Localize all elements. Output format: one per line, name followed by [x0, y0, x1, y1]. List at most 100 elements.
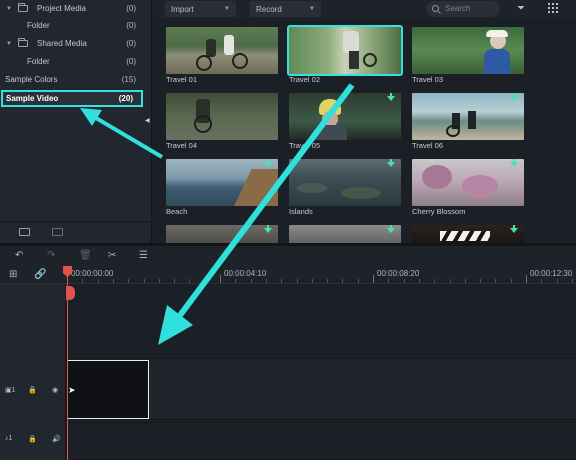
- ruler-tick: [357, 279, 359, 283]
- ruler-tick: [480, 279, 482, 283]
- media-thumbnail[interactable]: [166, 225, 278, 243]
- download-icon[interactable]: [264, 159, 272, 167]
- media-thumbnail[interactable]: [289, 159, 401, 206]
- download-icon[interactable]: [510, 225, 518, 233]
- playhead-marker[interactable]: [66, 286, 75, 300]
- timeline-ruler[interactable]: ⊞ 🔗 00:00:00:00 00:00:04:10 00:00:08:20 …: [0, 266, 576, 284]
- filter-icon[interactable]: ⏷: [517, 3, 525, 14]
- media-thumbnail[interactable]: [289, 225, 401, 243]
- chevron-down-icon[interactable]: ▼: [6, 41, 12, 47]
- grid-view-icon[interactable]: [548, 3, 558, 13]
- media-caption: Travel 04: [166, 141, 197, 150]
- lock-icon[interactable]: 🔒: [28, 435, 37, 443]
- media-thumbnail[interactable]: [289, 93, 401, 140]
- download-icon[interactable]: [510, 159, 518, 167]
- delete-icon[interactable]: 🗑: [79, 250, 92, 261]
- eye-icon[interactable]: ◉: [52, 386, 58, 394]
- library-item-shared-media[interactable]: ▼ Shared Media (0): [0, 35, 152, 52]
- library-item-count: (0): [126, 21, 136, 30]
- media-thumbnail[interactable]: [412, 159, 524, 206]
- cut-icon[interactable]: ✂: [108, 250, 116, 261]
- ruler-tick: [449, 279, 451, 283]
- folder-icon: [18, 3, 28, 12]
- ruler-tick: [526, 275, 527, 283]
- timecode-label: 00:00:04:10: [224, 269, 267, 278]
- new-folder-icon[interactable]: [19, 228, 30, 236]
- media-thumbnail[interactable]: [166, 93, 278, 140]
- download-icon[interactable]: [510, 93, 518, 101]
- volume-icon[interactable]: 🔊: [52, 435, 61, 443]
- ruler-tick: [265, 279, 267, 283]
- clip-drop-preview[interactable]: [67, 360, 149, 419]
- library-item-count: (0): [126, 4, 136, 13]
- ruler-tick: [418, 279, 420, 283]
- redo-icon[interactable]: ↷: [47, 250, 55, 261]
- ruler-tick: [434, 279, 436, 283]
- search-input[interactable]: Search: [426, 1, 500, 17]
- ruler-tick: [281, 279, 283, 283]
- import-button[interactable]: Import ▼: [165, 1, 236, 17]
- collapse-panel-icon[interactable]: ◀: [145, 117, 150, 124]
- media-thumbnail[interactable]: [287, 25, 403, 76]
- download-icon[interactable]: [387, 225, 395, 233]
- media-thumbnail[interactable]: [166, 27, 278, 74]
- download-icon[interactable]: [387, 159, 395, 167]
- library-item-sample-video[interactable]: Sample Video (20): [1, 90, 143, 107]
- media-thumbnail[interactable]: [412, 93, 524, 140]
- ruler-tick: [128, 279, 130, 283]
- ruler-tick: [220, 275, 221, 283]
- link-icon[interactable]: 🔗: [34, 269, 46, 280]
- record-button[interactable]: Record ▼: [250, 1, 321, 17]
- library-item-count: (15): [121, 75, 136, 84]
- audio-track[interactable]: [67, 422, 576, 460]
- record-label: Record: [256, 4, 282, 14]
- import-label: Import: [171, 4, 194, 14]
- undo-icon[interactable]: ↶: [15, 250, 23, 261]
- ruler-tick: [510, 279, 512, 283]
- media-caption: Travel 01: [166, 75, 197, 84]
- ruler-tick: [571, 279, 573, 283]
- timeline-toolbar: ↶ ↷ 🗑 ✂ ☰: [0, 246, 576, 266]
- library-item-count: (0): [126, 57, 136, 66]
- download-icon[interactable]: [387, 93, 395, 101]
- ruler-tick: [342, 279, 344, 283]
- ruler-tick: [311, 279, 313, 283]
- ruler-tick: [464, 279, 466, 283]
- media-caption: Travel 05: [289, 141, 320, 150]
- library-item-sample-colors[interactable]: Sample Colors (15): [0, 71, 152, 88]
- library-item-label: Folder: [27, 57, 50, 66]
- media-caption: Travel 02: [289, 75, 320, 84]
- timecode-label: 00:00:08:20: [377, 269, 420, 278]
- ruler-tick: [495, 279, 497, 283]
- ruler-tick: [296, 279, 298, 283]
- ruler-tick: [373, 275, 374, 283]
- media-library-panel: ▼ Project Media (0) Folder (0) ▼ Shared …: [0, 0, 152, 243]
- search-placeholder: Search: [445, 4, 471, 13]
- ruler-tick: [174, 279, 176, 283]
- download-icon[interactable]: [264, 225, 272, 233]
- track-headers: ▣1 🔒 ◉ ♪1 🔒 🔊: [0, 284, 66, 460]
- video-track-icon: ▣1: [5, 387, 16, 394]
- chevron-down-icon[interactable]: ▼: [6, 6, 12, 12]
- library-item-shared-folder[interactable]: Folder (0): [0, 53, 152, 70]
- library-item-project-media[interactable]: ▼ Project Media (0): [0, 0, 152, 17]
- search-icon: [432, 5, 439, 12]
- lock-icon[interactable]: 🔒: [28, 386, 37, 394]
- ruler-tick: [541, 279, 543, 283]
- media-thumbnail[interactable]: [412, 27, 524, 74]
- ruler-tick: [235, 279, 237, 283]
- media-caption: Travel 06: [412, 141, 443, 150]
- library-item-project-folder[interactable]: Folder (0): [0, 17, 152, 34]
- folder-icon[interactable]: [52, 228, 63, 236]
- adjust-icon[interactable]: ☰: [139, 250, 148, 261]
- add-track-icon[interactable]: ⊞: [9, 269, 17, 280]
- cursor-icon: ➤: [68, 385, 76, 395]
- media-thumbnail[interactable]: [412, 225, 524, 243]
- library-item-label: Project Media: [37, 4, 86, 13]
- ruler-tick: [143, 279, 145, 283]
- ruler-tick: [158, 279, 160, 283]
- library-item-label: Sample Video: [6, 94, 59, 103]
- media-caption: Beach: [166, 207, 188, 216]
- media-thumbnail[interactable]: [166, 159, 278, 206]
- media-caption: Cherry Blossom: [412, 207, 466, 216]
